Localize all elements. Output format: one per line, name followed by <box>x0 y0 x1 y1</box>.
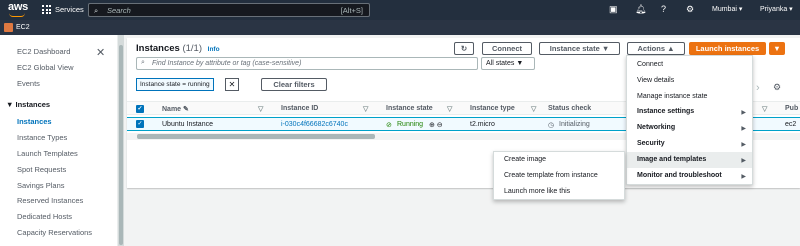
settings-icon[interactable]: ⚙ <box>773 82 781 93</box>
help-icon[interactable]: ? <box>661 4 666 14</box>
grid-icon <box>42 5 51 14</box>
account-menu[interactable]: Priyanka ▾ <box>760 5 793 13</box>
instance-filter-input[interactable]: ⌕ Find Instance by attribute or tag (cas… <box>136 57 478 70</box>
services-menu-button[interactable]: Services <box>42 5 84 14</box>
remove-filter-button[interactable]: ✕ <box>225 78 239 91</box>
sort-icon[interactable]: ▽ <box>531 105 536 113</box>
search-icon: ⌕ <box>141 59 145 66</box>
ec2-icon <box>4 23 13 32</box>
cloudshell-icon[interactable]: ▣ <box>609 4 618 15</box>
page-title: Instances (1/1) Info <box>136 43 220 54</box>
menu-item-view-details[interactable]: View details <box>637 77 674 84</box>
aws-logo-smile <box>9 13 25 17</box>
services-label: Services <box>55 5 84 14</box>
states-select[interactable]: All states ▼ <box>481 57 535 70</box>
filter-token: Instance state = running <box>136 78 214 91</box>
submenu-arrow-icon: ▶ <box>741 142 746 148</box>
actions-menu: Connect View details Manage instance sta… <box>626 55 753 185</box>
column-instance-state[interactable]: Instance state <box>386 105 433 112</box>
sidebar-item-capacity-reservations[interactable]: Capacity Reservations <box>17 228 92 237</box>
sort-icon[interactable]: ▽ <box>363 105 368 113</box>
menu-item-monitor-and-troubleshoot[interactable]: Monitor and troubleshoot <box>637 172 722 179</box>
menu-item-manage-instance-state[interactable]: Manage instance state <box>637 93 707 100</box>
menu-item-image-and-templates[interactable]: Image and templates <box>637 156 706 163</box>
zoom-icons[interactable]: ⊕ ⊖ <box>429 121 443 129</box>
launch-instances-dropdown[interactable]: ▼ <box>769 42 785 55</box>
clock-icon: ◷ <box>548 122 555 129</box>
menu-item-instance-settings[interactable]: Instance settings <box>637 108 694 115</box>
menu-item-create-image[interactable]: Create image <box>504 156 546 163</box>
menu-item-connect[interactable]: Connect <box>637 61 663 68</box>
ec2-favorite-link[interactable]: EC2 <box>4 23 30 32</box>
ec2-label: EC2 <box>16 24 30 31</box>
sidebar-item-instance-types[interactable]: Instance Types <box>17 133 67 142</box>
cell-public-dns: ec2 <box>785 121 797 128</box>
cell-instance-state: Running <box>397 121 424 128</box>
menu-item-security[interactable]: Security <box>637 140 665 147</box>
sidebar-item-savings-plans[interactable]: Savings Plans <box>17 181 65 190</box>
next-page-button[interactable]: › <box>756 82 760 94</box>
close-icon[interactable]: ✕ <box>96 46 105 59</box>
aws-logo[interactable]: aws <box>8 1 28 13</box>
sort-icon[interactable]: ▽ <box>447 105 452 113</box>
actions-button[interactable]: Actions ▲ <box>627 42 685 55</box>
connect-button[interactable]: Connect <box>482 42 532 55</box>
refresh-button[interactable]: ↻ <box>454 42 474 55</box>
menu-item-create-template[interactable]: Create template from instance <box>504 172 598 179</box>
column-status-check[interactable]: Status check <box>548 105 591 112</box>
top-navigation-bar: aws Services ⌕ Search [Alt+S] ▣ 🔔︎ ? ⚙ M… <box>0 0 800 20</box>
global-search-input[interactable]: ⌕ Search [Alt+S] <box>88 3 370 17</box>
sort-icon[interactable]: ▽ <box>762 105 767 113</box>
search-placeholder: Search <box>107 6 131 15</box>
sidebar-item-launch-templates[interactable]: Launch Templates <box>17 149 78 158</box>
sidebar-scrollbar[interactable] <box>118 35 124 246</box>
column-instance-type[interactable]: Instance type <box>470 105 515 112</box>
column-public-dns[interactable]: Pub <box>785 105 798 112</box>
sidebar-item-ec2-dashboard[interactable]: EC2 Dashboard <box>17 47 70 56</box>
image-templates-submenu: Create image Create template from instan… <box>493 151 625 200</box>
search-icon: ⌕ <box>94 6 99 15</box>
region-selector[interactable]: Mumbai ▾ <box>712 5 742 13</box>
instance-state-button[interactable]: Instance state ▼ <box>539 42 620 55</box>
row-checkbox[interactable]: ✓ <box>136 120 144 128</box>
cell-instance-id[interactable]: i-030c4f66682c6740c <box>281 121 348 128</box>
sidebar: ✕ EC2 Dashboard EC2 Global View Events ▼… <box>0 35 118 246</box>
sidebar-item-events[interactable]: Events <box>17 79 40 88</box>
sidebar-item-global-view[interactable]: EC2 Global View <box>17 63 74 72</box>
cell-status-check: Initializing <box>559 121 590 128</box>
menu-item-launch-more-like-this[interactable]: Launch more like this <box>504 188 570 195</box>
submenu-arrow-icon: ▶ <box>741 126 746 132</box>
sidebar-item-spot-requests[interactable]: Spot Requests <box>17 165 66 174</box>
submenu-arrow-icon: ▶ <box>741 158 746 164</box>
sidebar-section-instances[interactable]: ▼ Instances <box>6 100 50 109</box>
cell-instance-type: t2.micro <box>470 121 495 128</box>
filter-placeholder: Find Instance by attribute or tag (case-… <box>152 60 302 67</box>
bell-icon[interactable]: 🔔︎ <box>635 4 646 15</box>
gear-icon[interactable]: ⚙ <box>686 4 694 15</box>
submenu-arrow-icon: ▶ <box>741 110 746 116</box>
column-instance-id[interactable]: Instance ID <box>281 105 318 112</box>
menu-item-networking[interactable]: Networking <box>637 124 675 131</box>
column-name[interactable]: Name ✎ <box>162 105 189 113</box>
instance-count: (1/1) <box>182 43 203 54</box>
submenu-arrow-icon: ▶ <box>741 174 746 180</box>
clear-filters-button[interactable]: Clear filters <box>261 78 327 91</box>
info-link[interactable]: Info <box>208 46 220 53</box>
select-all-checkbox[interactable]: ✓ <box>136 105 144 113</box>
title-text: Instances <box>136 43 180 54</box>
launch-instances-button[interactable]: Launch instances <box>689 42 766 55</box>
cell-name: Ubuntu Instance <box>162 121 213 128</box>
sidebar-item-dedicated-hosts[interactable]: Dedicated Hosts <box>17 212 72 221</box>
search-shortcut: [Alt+S] <box>340 6 363 15</box>
sidebar-item-instances[interactable]: Instances <box>17 117 52 126</box>
service-favorites-bar: EC2 <box>0 20 800 35</box>
sidebar-item-reserved-instances[interactable]: Reserved Instances <box>17 196 83 205</box>
sort-icon[interactable]: ▽ <box>258 105 263 113</box>
running-icon: ⊘ <box>386 122 392 129</box>
